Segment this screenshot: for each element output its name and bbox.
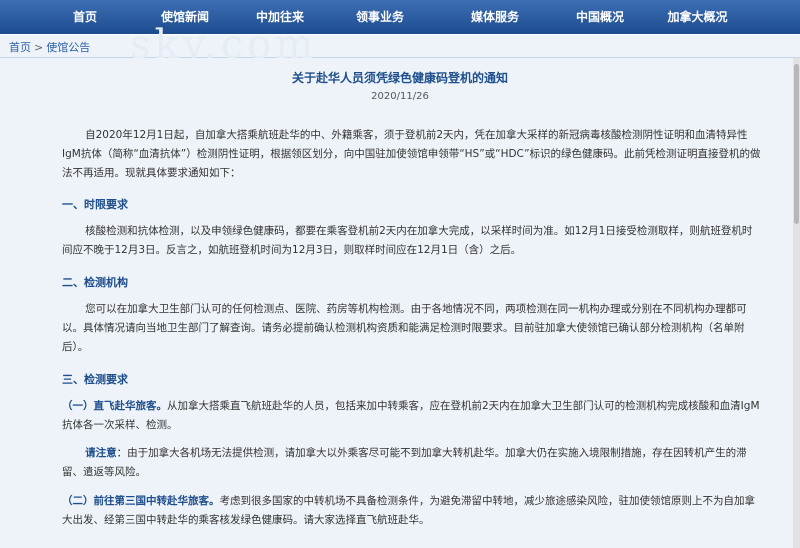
publish-date: 2020/11/26 <box>371 91 429 102</box>
nav-item-consular[interactable]: 领事业务 <box>320 0 440 34</box>
intro-paragraph: 自2020年12月1日起，自加拿大搭乘航班赴华的中、外籍乘客，须于登机前2天内，… <box>62 126 762 183</box>
institutions-paragraph: 您可以在加拿大卫生部门认可的任何检测点、医院、药房等机构检测。由于各地情况不同，… <box>62 300 762 357</box>
section-heading-time-limit: 一、时限要求 <box>62 198 128 211</box>
transit-heading: （二）前往第三国中转赴华旅客。 <box>62 495 220 507</box>
notice-paragraph: 请注意：由于加拿大各机场无法提供检测，请加拿大以外乘客尽可能不到加拿大转机赴华。… <box>62 444 762 482</box>
notice-heading: 请注意 <box>85 447 117 459</box>
breadcrumb-home-link[interactable]: 首页 <box>9 41 31 54</box>
page-title: 关于赴华人员须凭绿色健康码登机的通知 <box>291 71 508 85</box>
breadcrumb: 首页 > 使馆公告 <box>0 35 800 58</box>
institutions-text: 您可以在加拿大卫生部门认可的任何检测点、医院、药房等机构检测。由于各地情况不同，… <box>62 303 747 353</box>
direct-flight-text: 从加拿大搭乘直飞航班赴华的人员，包括来加中转乘客，应在登机前2天内在加拿大卫生部… <box>62 400 760 431</box>
scrollbar-thumb[interactable] <box>794 64 799 224</box>
section-heading-test-requirements: 三、检测要求 <box>62 373 128 386</box>
time-limit-paragraph: 核酸检测和抗体检测，以及申领绿色健康码，都要在乘客登机前2天内在加拿大完成，以采… <box>62 222 762 260</box>
direct-flight-paragraph: （一）直飞赴华旅客。从加拿大搭乘直飞航班赴华的人员，包括来加中转乘客，应在登机前… <box>62 397 762 435</box>
section-heading-test-institutions: 二、检测机构 <box>62 276 128 289</box>
article-area: 关于赴华人员须凭绿色健康码登机的通知 2020/11/26 自2020年12月1… <box>0 58 800 548</box>
breadcrumb-current-link[interactable]: 使馆公告 <box>46 41 90 54</box>
nav-item-media[interactable]: 媒体服务 <box>440 0 550 34</box>
breadcrumb-separator: > <box>34 41 44 54</box>
nav-item-china-canada[interactable]: 中加往来 <box>240 0 320 34</box>
transit-paragraph: （二）前往第三国中转赴华旅客。考虑到很多国家的中转机场不具备检测条件，为避免滞留… <box>62 492 762 530</box>
nav-item-china-overview[interactable]: 中国概况 <box>550 0 650 34</box>
time-limit-text: 核酸检测和抗体检测，以及申领绿色健康码，都要在乘客登机前2天内在加拿大完成，以采… <box>62 225 753 256</box>
nav-item-embassy-news[interactable]: 使馆新闻 <box>130 0 240 34</box>
nav-item-home[interactable]: 首页 <box>40 0 130 34</box>
intro-text: 自2020年12月1日起，自加拿大搭乘航班赴华的中、外籍乘客，须于登机前2天内，… <box>62 129 761 179</box>
nav-item-canada-overview[interactable]: 加拿大概况 <box>650 0 745 34</box>
main-nav: 首页 使馆新闻 中加往来 领事业务 媒体服务 中国概况 加拿大概况 <box>0 0 800 34</box>
notice-text: ：由于加拿大各机场无法提供检测，请加拿大以外乘客尽可能不到加拿大转机赴华。加拿大… <box>62 447 747 478</box>
direct-flight-heading: （一）直飞赴华旅客。 <box>62 400 167 412</box>
